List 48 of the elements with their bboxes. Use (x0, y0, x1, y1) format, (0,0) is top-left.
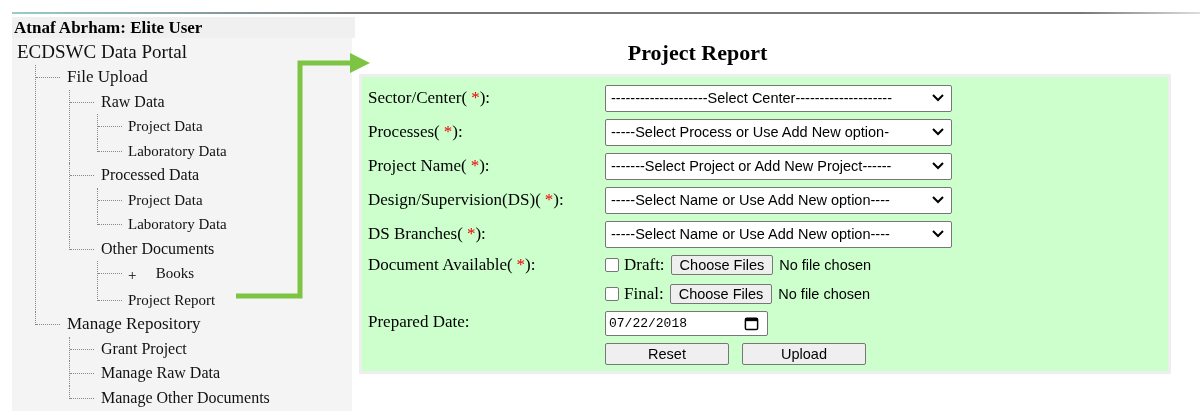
page-title: Project Report (626, 40, 769, 66)
file-status: No file chosen (779, 256, 872, 273)
chevron-down-icon (932, 128, 944, 136)
field-label: Prepared Date: (368, 312, 471, 332)
tree-link[interactable]: ECDSWC Data Portal (17, 41, 187, 62)
dropdown[interactable]: -----Select Name or Use Add New option---- (605, 220, 952, 248)
tree-link[interactable]: Raw Data (101, 92, 165, 110)
form-button[interactable]: Upload (742, 343, 866, 365)
tree-link[interactable]: Laboratory Data (128, 142, 227, 159)
field-label: Sector/Center( *): (368, 88, 492, 108)
chevron-down-icon (932, 162, 944, 170)
calendar-icon[interactable] (744, 315, 759, 331)
field-label: Design/Supervision(DS)( *): (368, 190, 565, 210)
chevron-down-icon (932, 230, 944, 238)
checkbox-label: Final: (624, 283, 664, 304)
tree-link[interactable]: Grant Project (101, 339, 187, 357)
form-button[interactable]: Reset (605, 343, 729, 365)
dropdown[interactable]: -----Select Process or Use Add New option- (605, 118, 952, 146)
tree-link[interactable]: Project Data (128, 118, 203, 134)
choose-files-button[interactable]: Choose Files (669, 283, 773, 304)
tree-link[interactable]: File Upload (67, 67, 148, 86)
tree-link[interactable]: Project Data (128, 191, 203, 208)
date-field[interactable]: 07/22/2018 (605, 310, 768, 336)
expand-toggle[interactable]: + (128, 263, 152, 288)
checkbox[interactable] (605, 286, 619, 301)
checkbox-label: Draft: (624, 254, 665, 275)
chevron-down-icon (932, 94, 944, 102)
choose-files-button[interactable]: Choose Files (670, 254, 774, 275)
dropdown[interactable]: -----Select Name or Use Add New option---- (605, 186, 952, 214)
file-status: No file chosen (778, 285, 871, 302)
checkbox[interactable] (605, 257, 619, 272)
tree-connector (69, 336, 94, 361)
chevron-down-icon (932, 196, 944, 204)
tree-link[interactable]: Processed Data (101, 166, 200, 183)
tree-link[interactable]: Manage Repository (67, 314, 201, 333)
dropdown[interactable]: --------------------Select Center-------------------- (605, 84, 952, 112)
field-label: Processes( *): (368, 122, 464, 142)
dropdown[interactable]: -------Select Project or Add New Project------ (605, 152, 952, 180)
tree-link[interactable]: Manage Raw Data (101, 364, 221, 381)
field-label: DS Branches( *): (368, 224, 487, 244)
field-label: Document Available( *): (368, 254, 537, 275)
user-header: Atnaf Abrham: Elite User (12, 17, 355, 38)
tree-link[interactable]: Project Report (128, 291, 216, 308)
field-label: Project Name( *): (368, 156, 491, 176)
tree-link[interactable]: Laboratory Data (128, 216, 227, 232)
tree-link[interactable]: Books (155, 265, 195, 281)
tree-link[interactable]: Manage Other Documents (101, 388, 270, 406)
tree-link[interactable]: Other Documents (101, 239, 215, 257)
